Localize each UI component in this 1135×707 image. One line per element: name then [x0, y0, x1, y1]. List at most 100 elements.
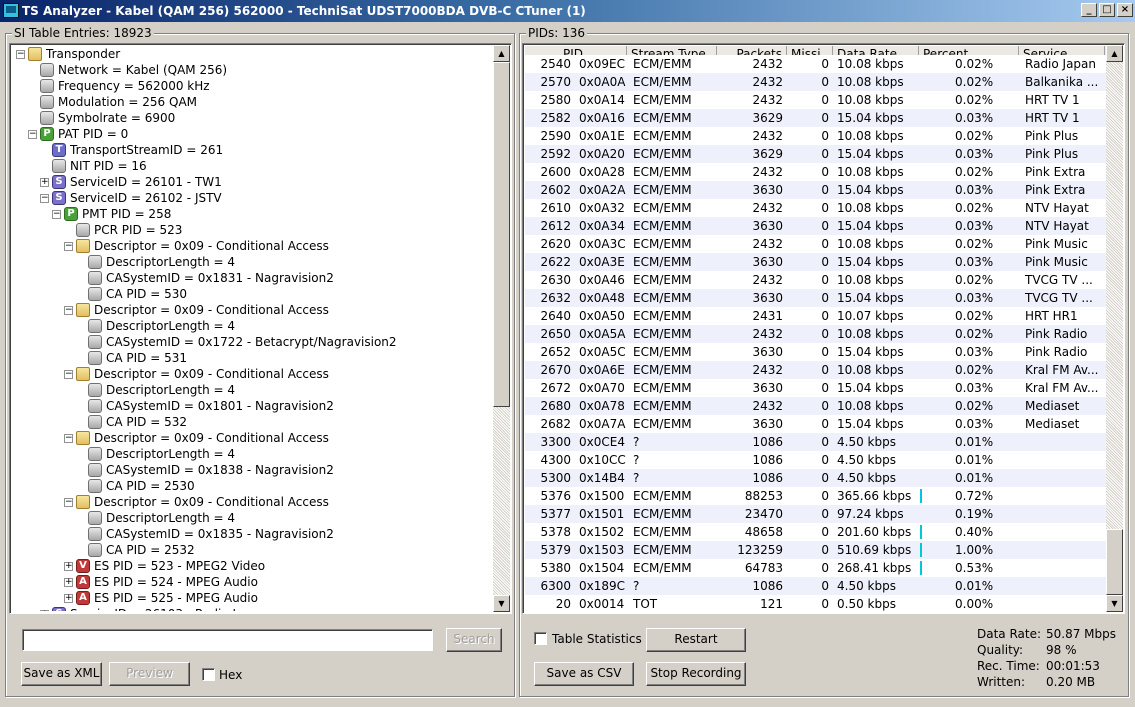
table-row[interactable]: 2620 0x0A3C ECM/EMM 2432 0 10.08 kbps 0.02% Pin… [525, 235, 1106, 253]
collapse-icon[interactable]: − [40, 194, 49, 203]
preview-button[interactable]: Preview [109, 662, 190, 686]
table-row[interactable]: 6300 0x189C? 1086 0 4.50 kbps 0.01% [525, 577, 1106, 595]
tree-node[interactable]: CASystemID = 0x1838 - Nagravision2 [12, 462, 493, 478]
expand-icon[interactable]: + [64, 578, 73, 587]
minimize-button[interactable]: _ [1081, 3, 1097, 17]
scroll-thumb[interactable] [1106, 529, 1123, 595]
tree-node[interactable]: − Descriptor = 0x09 - Conditional Access [12, 430, 493, 446]
table-row[interactable]: 20 0x0014 TOT 121 0 0.50 kbps 0.00% [525, 595, 1106, 611]
table-row[interactable]: 2610 0x0A32 ECM/EMM 2432 0 10.08 kbps 0.02% NTV… [525, 199, 1106, 217]
table-row[interactable]: 2670 0x0A6E ECM/EMM 2432 0 10.08 kbps 0.02% Kra… [525, 361, 1106, 379]
pid-grid[interactable]: PID Stream Type Packets Missi... Data Rate Pe… [525, 46, 1106, 611]
table-row[interactable]: 4300 0x10CC? 1086 0 4.50 kbps 0.01% [525, 451, 1106, 469]
tree-node[interactable]: + S ServiceID = 26101 - TW1 [12, 174, 493, 190]
tree-node[interactable]: Symbolrate = 6900 [12, 110, 493, 126]
table-row[interactable]: 2622 0x0A3E ECM/EMM 3630 0 15.04 kbps 0.03% Pin… [525, 253, 1106, 271]
tree-node[interactable]: NIT PID = 16 [12, 158, 493, 174]
expand-icon[interactable]: + [64, 594, 73, 603]
tree-node[interactable]: CA PID = 2530 [12, 478, 493, 494]
table-row[interactable]: 2570 0x0A0A ECM/EMM 2432 0 10.08 kbps 0.02% Bal… [525, 73, 1106, 91]
table-row[interactable]: 3300 0x0CE4? 1086 0 4.50 kbps 0.01% [525, 433, 1106, 451]
tree-node[interactable]: CA PID = 532 [12, 414, 493, 430]
tree-node[interactable]: − Transponder [12, 46, 493, 62]
tree-node[interactable]: DescriptorLength = 4 [12, 254, 493, 270]
collapse-icon[interactable]: − [64, 434, 73, 443]
tree-node[interactable]: − Descriptor = 0x09 - Conditional Access [12, 366, 493, 382]
maximize-button[interactable]: □ [1099, 3, 1115, 17]
collapse-icon[interactable]: − [28, 130, 37, 139]
search-button[interactable]: Search [446, 628, 502, 652]
si-tree[interactable]: − Transponder Network = Kabel (QAM 256) Fre… [12, 46, 493, 611]
table-row[interactable]: 5376 0x1500 ECM/EMM 88253 0 365.66 kbps 0.72% [525, 487, 1106, 505]
table-row[interactable]: 5380 0x1504 ECM/EMM 64783 0 268.41 kbps 0.53% [525, 559, 1106, 577]
hex-checkbox[interactable] [202, 668, 215, 681]
collapse-icon[interactable]: − [64, 498, 73, 507]
tree-node[interactable]: CA PID = 2532 [12, 542, 493, 558]
pid-table[interactable]: PID Stream Type Packets Missi... Data Rate Pe… [522, 43, 1125, 614]
table-row[interactable]: 2680 0x0A78 ECM/EMM 2432 0 10.08 kbps 0.02% Med… [525, 397, 1106, 415]
scroll-down-icon[interactable]: ▼ [1106, 595, 1123, 612]
tree-node[interactable]: Modulation = 256 QAM [12, 94, 493, 110]
stop-recording-button[interactable]: Stop Recording [646, 662, 746, 686]
search-input[interactable] [22, 629, 433, 651]
tree-node[interactable]: PCR PID = 523 [12, 222, 493, 238]
tree-node[interactable]: Frequency = 562000 kHz [12, 78, 493, 94]
table-row[interactable]: 2672 0x0A70 ECM/EMM 3630 0 15.04 kbps 0.03% Kra… [525, 379, 1106, 397]
expand-icon[interactable]: + [64, 562, 73, 571]
tree-node[interactable]: CA PID = 530 [12, 286, 493, 302]
tree-node[interactable]: CASystemID = 0x1801 - Nagravision2 [12, 398, 493, 414]
table-row[interactable]: 2652 0x0A5C ECM/EMM 3630 0 15.04 kbps 0.03% Pin… [525, 343, 1106, 361]
tree-node[interactable]: DescriptorLength = 4 [12, 382, 493, 398]
tree-node[interactable]: + V ES PID = 523 - MPEG2 Video [12, 558, 493, 574]
collapse-icon[interactable]: − [16, 50, 25, 59]
tree-node[interactable]: − P PMT PID = 258 [12, 206, 493, 222]
save-as-csv-button[interactable]: Save as CSV [534, 662, 634, 686]
restart-button[interactable]: Restart [646, 628, 746, 652]
collapse-icon[interactable]: − [64, 242, 73, 251]
tree-node[interactable]: CASystemID = 0x1835 - Nagravision2 [12, 526, 493, 542]
tree-node[interactable]: − Descriptor = 0x09 - Conditional Access [12, 302, 493, 318]
tree-node[interactable]: − Descriptor = 0x09 - Conditional Access [12, 494, 493, 510]
tree-node[interactable]: DescriptorLength = 4 [12, 318, 493, 334]
tree-node[interactable]: CA PID = 531 [12, 350, 493, 366]
expand-icon[interactable]: + [40, 610, 49, 611]
table-row[interactable]: 2612 0x0A34 ECM/EMM 3630 0 15.04 kbps 0.03% NTV… [525, 217, 1106, 235]
table-row[interactable]: 5300 0x14B4? 1086 0 4.50 kbps 0.01% [525, 469, 1106, 487]
tree-node[interactable]: − Descriptor = 0x09 - Conditional Access [12, 238, 493, 254]
table-statistics-checkbox[interactable] [534, 632, 547, 645]
si-tree-view[interactable]: − Transponder Network = Kabel (QAM 256) Fre… [9, 43, 512, 614]
tree-node[interactable]: CASystemID = 0x1831 - Nagravision2 [12, 270, 493, 286]
tree-node[interactable]: T TransportStreamID = 261 [12, 142, 493, 158]
tree-node[interactable]: + A ES PID = 524 - MPEG Audio [12, 574, 493, 590]
grid-scrollbar[interactable]: ▲ ▼ [1106, 45, 1123, 612]
tree-node[interactable]: Network = Kabel (QAM 256) [12, 62, 493, 78]
table-row[interactable]: 2682 0x0A7A ECM/EMM 3630 0 15.04 kbps 0.03% Med… [525, 415, 1106, 433]
table-row[interactable]: 5377 0x1501 ECM/EMM 23470 0 97.24 kbps 0.19% [525, 505, 1106, 523]
scroll-up-icon[interactable]: ▲ [1106, 45, 1123, 62]
scroll-up-icon[interactable]: ▲ [493, 45, 510, 62]
table-row[interactable]: 5379 0x1503 ECM/EMM 123259 0 510.69 kbps 1.00% [525, 541, 1106, 559]
table-row[interactable]: 2582 0x0A16 ECM/EMM 3629 0 15.04 kbps 0.03% HRT… [525, 109, 1106, 127]
table-row[interactable]: 2602 0x0A2A ECM/EMM 3630 0 15.04 kbps 0.03% Pin… [525, 181, 1106, 199]
table-row[interactable]: 2580 0x0A14 ECM/EMM 2432 0 10.08 kbps 0.02% HRT… [525, 91, 1106, 109]
table-row[interactable]: 2592 0x0A20 ECM/EMM 3629 0 15.04 kbps 0.03% Pin… [525, 145, 1106, 163]
tree-node[interactable]: − S ServiceID = 26102 - JSTV [12, 190, 493, 206]
table-row[interactable]: 2590 0x0A1E ECM/EMM 2432 0 10.08 kbps 0.02% Pin… [525, 127, 1106, 145]
save-as-xml-button[interactable]: Save as XML [21, 662, 102, 686]
collapse-icon[interactable]: − [64, 306, 73, 315]
table-row[interactable]: 5378 0x1502 ECM/EMM 48658 0 201.60 kbps 0.40% [525, 523, 1106, 541]
tree-node[interactable]: +S ServiceID = 26103 - Radio Japan [12, 606, 493, 611]
table-row[interactable]: 2640 0x0A50 ECM/EMM 2431 0 10.07 kbps 0.02% HRT… [525, 307, 1106, 325]
tree-node[interactable]: DescriptorLength = 4 [12, 510, 493, 526]
tree-node[interactable]: − P PAT PID = 0 [12, 126, 493, 142]
table-row[interactable]: 2630 0x0A46 ECM/EMM 2432 0 10.08 kbps 0.02% TVC… [525, 271, 1106, 289]
tree-node[interactable]: CASystemID = 0x1722 - Betacrypt/Nagravis… [12, 334, 493, 350]
table-row[interactable]: 2632 0x0A48 ECM/EMM 3630 0 15.04 kbps 0.03% TVC… [525, 289, 1106, 307]
table-row[interactable]: 2600 0x0A28 ECM/EMM 2432 0 10.08 kbps 0.02% Pin… [525, 163, 1106, 181]
scroll-thumb[interactable] [493, 62, 510, 407]
expand-icon[interactable]: + [40, 178, 49, 187]
close-button[interactable]: × [1117, 3, 1133, 17]
scroll-down-icon[interactable]: ▼ [493, 595, 510, 612]
collapse-icon[interactable]: − [64, 370, 73, 379]
table-row[interactable]: 2540 0x09EC ECM/EMM 2432 0 10.08 kbps 0.02% Rad… [525, 55, 1106, 73]
